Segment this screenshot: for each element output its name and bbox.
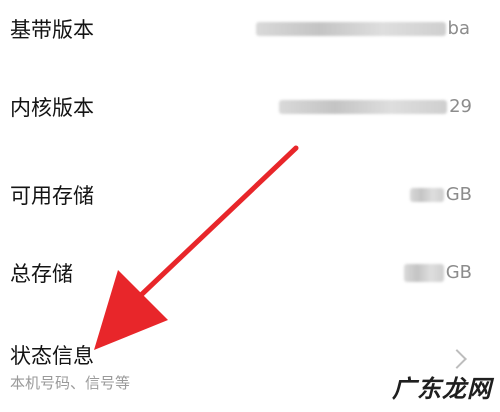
total-storage-label: 总存储: [10, 262, 73, 286]
baseband-value-suffix: ba: [447, 18, 470, 39]
total-storage-value: GB: [403, 262, 472, 283]
total-storage-row[interactable]: 总存储 GB: [0, 240, 500, 310]
redacted-value: [409, 187, 444, 202]
total-storage-unit: GB: [445, 262, 472, 283]
watermark-text: 广东龙网: [392, 374, 492, 403]
redacted-value: [403, 263, 444, 282]
available-storage-value: GB: [409, 184, 472, 205]
kernel-version-label: 内核版本: [10, 96, 94, 120]
kernel-version-row[interactable]: 内核版本 29: [0, 70, 500, 140]
redacted-value: [279, 99, 448, 114]
available-storage-label: 可用存储: [10, 184, 94, 208]
baseband-version-row[interactable]: 基带版本 ba: [0, 0, 500, 60]
available-storage-unit: GB: [445, 184, 472, 205]
baseband-version-label: 基带版本: [10, 18, 94, 42]
kernel-version-value: 29: [279, 96, 472, 117]
redacted-value: [255, 21, 446, 36]
baseband-version-value: ba: [255, 18, 470, 39]
available-storage-row[interactable]: 可用存储 GB: [0, 160, 500, 230]
watermark: 广东龙网: [392, 369, 492, 404]
status-info-label: 状态信息: [10, 344, 94, 368]
kernel-value-suffix: 29: [449, 96, 472, 117]
status-info-subtitle: 本机号码、信号等: [10, 374, 131, 392]
